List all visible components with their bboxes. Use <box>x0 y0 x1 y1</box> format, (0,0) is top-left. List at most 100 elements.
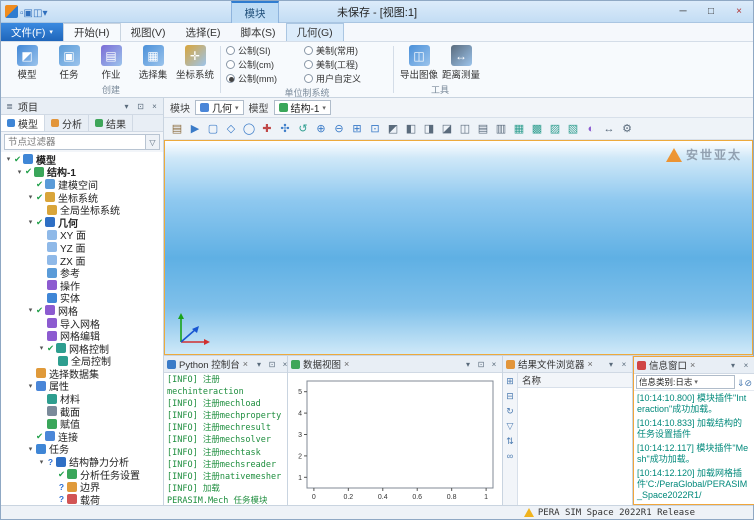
viewport-3d[interactable]: 安世亚太 <box>164 140 753 355</box>
sort-icon[interactable]: ⇅ <box>506 436 514 447</box>
panel-close-icon[interactable]: × <box>619 360 629 369</box>
module-select[interactable]: 几何 ▾ <box>195 100 244 115</box>
tool-distance-measure-button[interactable]: ↔ 距离测量 <box>441 44 481 82</box>
tree-item[interactable]: 全局坐标系统 <box>1 203 163 217</box>
top-view-icon[interactable]: ▤ <box>475 120 491 137</box>
print-icon[interactable]: ▤ <box>169 120 185 137</box>
edges-icon[interactable]: ▨ <box>547 120 563 137</box>
mesh-display-icon[interactable]: ▧ <box>565 120 581 137</box>
python-console-output[interactable]: [INFO] 注册 mechinteraction [INFO] 注册mechloa… <box>164 373 287 505</box>
rotate-view-icon[interactable]: ↺ <box>295 120 311 137</box>
circle-select-icon[interactable]: ◯ <box>241 120 257 137</box>
collapse-all-icon[interactable]: ⊟ <box>506 391 514 402</box>
project-tab-model[interactable]: 模型 <box>1 115 45 131</box>
panel-float-icon[interactable]: ⊡ <box>476 360 486 369</box>
expand-all-icon[interactable]: ⊞ <box>506 376 514 387</box>
link-icon[interactable]: ∞ <box>507 451 513 461</box>
tree-expander-icon[interactable]: ▾ <box>26 193 35 201</box>
unit-cm-radio[interactable]: 公制(cm) <box>226 58 304 71</box>
panel-pin-icon[interactable]: ▾ <box>463 360 473 369</box>
left-view-icon[interactable]: ◪ <box>439 120 455 137</box>
panel-float-icon[interactable]: ⊡ <box>135 102 146 111</box>
iso-view-icon[interactable]: ◩ <box>385 120 401 137</box>
project-tab-analysis[interactable]: 分析 <box>45 115 89 131</box>
filter-icon[interactable]: ▽ <box>507 421 514 432</box>
panel-close-icon[interactable]: × <box>149 102 160 111</box>
zoom-out-icon[interactable]: ⊖ <box>331 120 347 137</box>
tree-expander-icon[interactable]: ▾ <box>15 168 24 176</box>
filter-funnel-icon[interactable]: ▽ <box>146 134 160 150</box>
results-column-header[interactable]: 名称 <box>518 373 632 388</box>
tree-item[interactable]: 赋值 <box>1 417 163 431</box>
panel-pin-icon[interactable]: ▾ <box>728 361 738 370</box>
create-selection-set-button[interactable]: ▦ 选择集 <box>133 44 173 82</box>
tool-export-image-button[interactable]: ◫ 导出图像 <box>399 44 439 82</box>
data-view-tab[interactable]: 数据视图 × ▾ ⊡ × <box>288 356 502 373</box>
python-console-tab[interactable]: Python 控制台 × ▾ ⊡ × <box>164 356 287 373</box>
tree-item[interactable]: 材料 <box>1 392 163 406</box>
box-select-icon[interactable]: ▢ <box>205 120 221 137</box>
tree-expander-icon[interactable]: ▾ <box>26 306 35 314</box>
create-job-button[interactable]: ▤ 作业 <box>91 44 131 82</box>
create-model-button[interactable]: ◩ 模型 <box>7 44 47 82</box>
tree-expander-icon[interactable]: ▾ <box>4 155 13 163</box>
pick-point-icon[interactable]: ✚ <box>259 120 275 137</box>
fit-view-icon[interactable]: ⊡ <box>367 120 383 137</box>
tree-expander-icon[interactable]: ▾ <box>37 344 46 352</box>
ribbon-tab-geometry[interactable]: 几何(G) <box>285 23 344 41</box>
tree-item[interactable]: 实体 <box>1 292 163 305</box>
tab-close-icon[interactable]: × <box>344 359 349 369</box>
unit-us-common-radio[interactable]: 美制(常用) <box>304 44 388 57</box>
select-icon[interactable]: ▶ <box>187 120 203 137</box>
clear-log-icon[interactable]: ⊘ <box>744 378 752 388</box>
close-button[interactable]: × <box>725 1 753 22</box>
ribbon-tab-view[interactable]: 视图(V) <box>121 23 176 41</box>
unit-us-eng-radio[interactable]: 美制(工程) <box>304 58 388 71</box>
tab-close-icon[interactable]: × <box>588 359 593 369</box>
tree-item[interactable]: ▾ ✔ 模型 <box>1 153 163 167</box>
open-file-icon[interactable]: ▣ <box>24 8 33 19</box>
info-category-select[interactable]: 信息类别:日志 ▾ <box>636 375 735 389</box>
ribbon-tab-script[interactable]: 脚本(S) <box>231 23 286 41</box>
ribbon-tab-start[interactable]: 开始(H) <box>62 23 121 41</box>
refresh-icon[interactable]: ↻ <box>506 406 514 417</box>
file-menu-button[interactable]: 文件(F) ▾ <box>1 23 63 41</box>
tree-expander-icon[interactable]: ▾ <box>26 218 35 226</box>
unit-si-radio[interactable]: 公制(SI) <box>226 44 304 57</box>
tree-item[interactable]: 截面 <box>1 405 163 419</box>
display-settings-icon[interactable]: ⚙ <box>619 120 635 137</box>
tree-expander-icon[interactable]: ▾ <box>37 458 46 466</box>
results-browser-tab[interactable]: 结果文件浏览器 × ▾ × <box>503 356 632 373</box>
tab-close-icon[interactable]: × <box>690 360 695 370</box>
panel-pin-icon[interactable]: ▾ <box>254 360 264 369</box>
unit-mm-radio[interactable]: 公制(mm) <box>226 72 304 85</box>
info-window-tab[interactable]: 信息窗口 × ▾ × <box>634 357 754 374</box>
tree-item[interactable]: ✔ 连接 <box>1 430 163 444</box>
bottom-view-icon[interactable]: ▥ <box>493 120 509 137</box>
maximize-button[interactable]: □ <box>697 1 725 22</box>
panel-close-icon[interactable]: × <box>741 361 751 370</box>
front-view-icon[interactable]: ◧ <box>403 120 419 137</box>
create-coordinate-system-button[interactable]: ✛ 坐标系统 <box>175 44 215 82</box>
zoom-window-icon[interactable]: ⊞ <box>349 120 365 137</box>
tree-item[interactable]: ? 载荷 <box>1 493 163 505</box>
create-task-button[interactable]: ▣ 任务 <box>49 44 89 82</box>
section-view-icon[interactable]: ◐ <box>583 120 599 137</box>
unit-custom-radio[interactable]: 用户自定义 <box>304 72 388 85</box>
panel-close-icon[interactable]: × <box>489 360 499 369</box>
tree-item[interactable]: 参考 <box>1 266 163 280</box>
measure-icon[interactable]: ↔ <box>601 120 617 137</box>
panel-close-icon[interactable]: × <box>280 360 287 369</box>
ribbon-tab-select[interactable]: 选择(E) <box>176 23 231 41</box>
zoom-in-icon[interactable]: ⊕ <box>313 120 329 137</box>
tree-item[interactable]: 操作 <box>1 279 163 293</box>
pan-icon[interactable]: ✣ <box>277 120 293 137</box>
quick-access-more-icon[interactable]: ▾ <box>42 8 47 19</box>
minimize-button[interactable]: ─ <box>669 1 697 22</box>
tree-expander-icon[interactable]: ▾ <box>26 445 35 453</box>
results-list[interactable] <box>518 388 632 505</box>
tree-item[interactable]: ▾ 属性 <box>1 380 163 393</box>
panel-pin-icon[interactable]: ▾ <box>121 102 132 111</box>
wireframe-icon[interactable]: ▦ <box>511 120 527 137</box>
project-tab-results[interactable]: 结果 <box>89 115 133 131</box>
